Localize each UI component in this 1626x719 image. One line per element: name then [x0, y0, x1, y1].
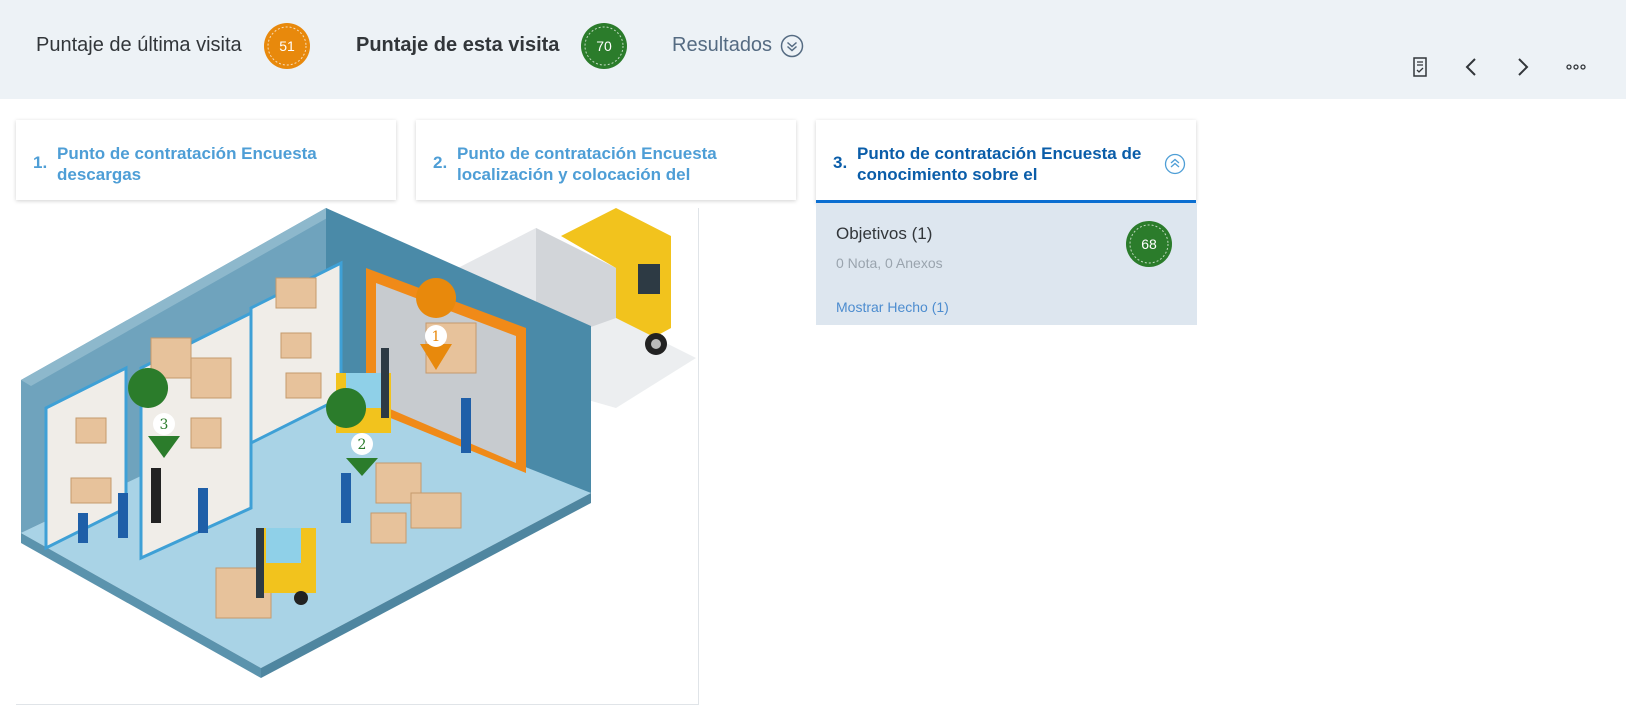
- expand-circle-icon[interactable]: [780, 34, 804, 58]
- warehouse-image: 1 2 3: [21, 208, 696, 678]
- card-title[interactable]: Punto de contratación Encuesta de conoci…: [857, 143, 1157, 185]
- card-number: 1.: [33, 153, 48, 172]
- svg-text:2: 2: [358, 437, 367, 453]
- chevron-left-icon[interactable]: [1459, 54, 1485, 80]
- show-done-link[interactable]: Mostrar Hecho (1): [836, 299, 949, 315]
- results-toggle[interactable]: Resultados: [672, 34, 772, 57]
- chevron-right-icon[interactable]: [1509, 54, 1535, 80]
- last-visit-score-label: Puntaje de última visita: [36, 34, 242, 56]
- warehouse-illustration: 1 2 3: [16, 208, 699, 705]
- overflow-icon[interactable]: [1563, 54, 1589, 80]
- card-title[interactable]: Punto de contratación Encuesta descargas: [57, 143, 357, 185]
- last-visit-score-badge: 51: [263, 22, 311, 70]
- this-visit-score-label: Puntaje de esta visita: [356, 34, 560, 56]
- objectives-panel: Objetivos (1) 0 Nota, 0 Anexos Mostrar H…: [816, 203, 1197, 325]
- checklist-icon[interactable]: [1407, 54, 1433, 80]
- svg-text:3: 3: [160, 417, 169, 433]
- card-number: 2.: [433, 153, 448, 172]
- survey-card-3[interactable]: 3. Punto de contratación Encuesta de con…: [816, 120, 1196, 203]
- score-header: Puntaje de última visita 51 Puntaje de e…: [0, 0, 1626, 99]
- notes-attachments-count: 0 Nota, 0 Anexos: [836, 255, 943, 271]
- this-visit-score-badge: 70: [580, 22, 628, 70]
- survey-card-1[interactable]: 1. Punto de contratación Encuesta descar…: [16, 120, 396, 200]
- survey-card-2[interactable]: 2. Punto de contratación Encuesta locali…: [416, 120, 796, 200]
- svg-text:1: 1: [432, 329, 441, 345]
- objectives-title[interactable]: Objetivos (1): [836, 224, 932, 244]
- card-title[interactable]: Punto de contratación Encuesta localizac…: [457, 143, 757, 185]
- objective-score-badge: 68: [1125, 220, 1173, 268]
- card-number: 3.: [833, 153, 848, 172]
- collapse-circle-icon[interactable]: [1164, 153, 1186, 175]
